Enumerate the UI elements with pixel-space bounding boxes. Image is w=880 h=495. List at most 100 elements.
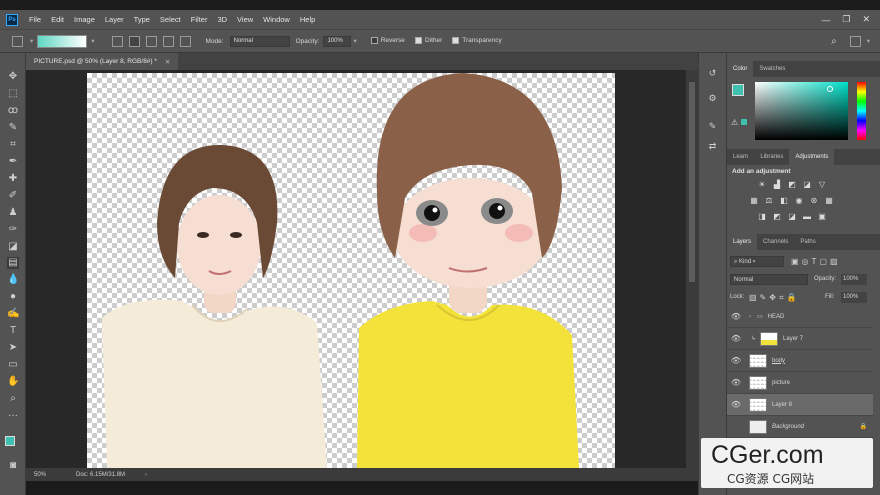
menu-filter[interactable]: Filter [186,15,213,24]
tab-learn[interactable]: Learn [727,149,754,165]
visibility-eye-icon[interactable]: 👁 [727,334,745,343]
curves-icon[interactable]: ◩ [787,180,797,190]
foreground-color-swatch[interactable] [5,436,15,446]
layer-row-picture[interactable]: 👁 picture [727,372,873,394]
eyedropper-tool-icon[interactable]: ✒ [7,156,19,168]
transparency-option[interactable]: Transparency [452,37,502,45]
path-select-tool-icon[interactable]: ➤ [7,342,19,354]
radial-gradient-icon[interactable] [128,35,140,47]
menu-view[interactable]: View [232,15,258,24]
rectangle-tool-icon[interactable]: ▭ [7,359,19,371]
color-balance-icon[interactable]: ⚖ [764,196,774,206]
layer-row-head[interactable]: 👁 › ▭ HEAD [727,306,873,328]
tool-preset-icon[interactable] [12,35,23,47]
layer-filter-select[interactable]: ⌕ Kind ▾ [730,256,784,267]
visibility-eye-icon[interactable]: 👁 [727,312,745,321]
visibility-eye-icon[interactable]: 👁 [727,378,745,387]
vibrance-icon[interactable]: ▽ [817,180,827,190]
layer-row-layer7[interactable]: 👁 ↳ Layer 7 [727,328,873,350]
threshold-icon[interactable]: ◪ [787,212,797,222]
healing-brush-tool-icon[interactable]: ✚ [7,173,19,185]
layer-row-body[interactable]: 👁 body [727,350,873,372]
gradient-tool-icon[interactable]: ▤ [7,257,19,269]
move-tool-icon[interactable]: ✥ [7,71,19,83]
opacity-input[interactable]: 100% [323,35,352,47]
menu-file[interactable]: File [24,15,46,24]
hand-tool-icon[interactable]: ✋ [7,376,19,388]
hue-saturation-icon[interactable]: ▦ [749,196,759,206]
crop-tool-icon[interactable]: ⌗ [7,139,19,151]
quick-mask-icon[interactable]: ◙ [7,460,19,472]
chevron-down-icon[interactable]: ▾ [353,37,356,45]
restore-button[interactable]: ❐ [842,14,850,25]
exposure-icon[interactable]: ◪ [802,180,812,190]
gradient-map-icon[interactable]: ▬ [802,212,812,222]
dither-checkbox[interactable] [414,37,422,45]
close-tab-icon[interactable]: ✕ [165,58,170,66]
brush-settings-icon[interactable]: ✎ [706,121,719,133]
menu-select[interactable]: Select [155,15,186,24]
menu-3d[interactable]: 3D [212,15,232,24]
tab-libraries[interactable]: Libraries [754,149,789,165]
close-button[interactable]: ✕ [862,14,870,25]
fill-input[interactable]: 100% [841,292,867,303]
dither-option[interactable]: Dither [414,37,442,45]
vertical-scrollbar[interactable] [686,70,698,468]
scrollbar-thumb[interactable] [689,82,695,282]
zoom-level[interactable]: 50% [34,472,46,478]
reverse-checkbox[interactable] [370,37,378,45]
quick-select-tool-icon[interactable]: ✎ [7,122,19,134]
invert-icon[interactable]: ◨ [757,212,767,222]
lasso-tool-icon[interactable]: ꝏ [7,105,19,117]
chevron-right-icon[interactable]: › [145,472,147,478]
hue-slider[interactable] [857,82,866,140]
tab-color[interactable]: Color [727,61,754,77]
diamond-gradient-icon[interactable] [179,35,191,47]
brightness-icon[interactable]: ☀ [757,180,767,190]
layer-row-layer8[interactable]: 👁 Layer 8 [727,394,873,416]
chevron-down-icon[interactable]: ▾ [91,37,94,45]
type-tool-icon[interactable]: T [7,325,19,337]
mode-select[interactable]: Normal [229,35,290,47]
color-lookup-icon[interactable]: ▦ [824,196,834,206]
document-tab[interactable]: PICTURE.psd @ 50% (Layer 8, RGB/8#) * ✕ [26,53,179,70]
minimize-button[interactable]: — [821,15,830,25]
tab-layers[interactable]: Layers [727,234,758,250]
chevron-right-icon[interactable]: › [749,314,751,320]
menu-edit[interactable]: Edit [46,15,69,24]
history-icon[interactable]: ↺ [706,68,719,80]
tab-adjustments[interactable]: Adjustments [789,149,835,165]
brush-tool-icon[interactable]: ✐ [7,190,19,202]
angle-gradient-icon[interactable] [145,35,157,47]
visibility-eye-icon[interactable]: 👁 [727,400,745,409]
layer-row-background[interactable]: Background 🔒 [727,416,873,438]
selective-color-icon[interactable]: ▣ [817,212,827,222]
blend-mode-select[interactable]: Normal [730,274,808,285]
tab-paths[interactable]: Paths [794,234,821,250]
menu-layer[interactable]: Layer [100,15,129,24]
color-field[interactable] [755,82,848,140]
zoom-tool-icon[interactable]: ⌕ [7,393,19,405]
tab-channels[interactable]: Channels [757,234,794,250]
dodge-tool-icon[interactable]: ● [7,291,19,303]
gradient-preview[interactable] [37,34,88,48]
adjust-icon[interactable]: ⇄ [706,141,719,153]
lock-icons[interactable]: ▨✎✥⌗🔒 [749,293,799,303]
black-white-icon[interactable]: ◧ [779,196,789,206]
document-canvas[interactable] [87,73,615,468]
more-tools-icon[interactable]: ··· [7,410,19,422]
layer-opacity-input[interactable]: 100% [841,274,867,285]
transparency-checkbox[interactable] [452,37,460,45]
color-panel-foreground[interactable] [732,84,744,96]
menu-window[interactable]: Window [258,15,295,24]
photo-filter-icon[interactable]: ◉ [794,196,804,206]
posterize-icon[interactable]: ◩ [772,212,782,222]
chevron-down-icon[interactable]: ▾ [30,37,33,45]
history-brush-tool-icon[interactable]: ✑ [7,224,19,236]
channel-mixer-icon[interactable]: ⊛ [809,196,819,206]
search-icon[interactable]: ⌕ [831,36,837,47]
marquee-tool-icon[interactable]: ⬚ [7,88,19,100]
menu-help[interactable]: Help [295,15,320,24]
eraser-tool-icon[interactable]: ◪ [7,241,19,253]
pen-tool-icon[interactable]: ✍ [7,308,19,320]
